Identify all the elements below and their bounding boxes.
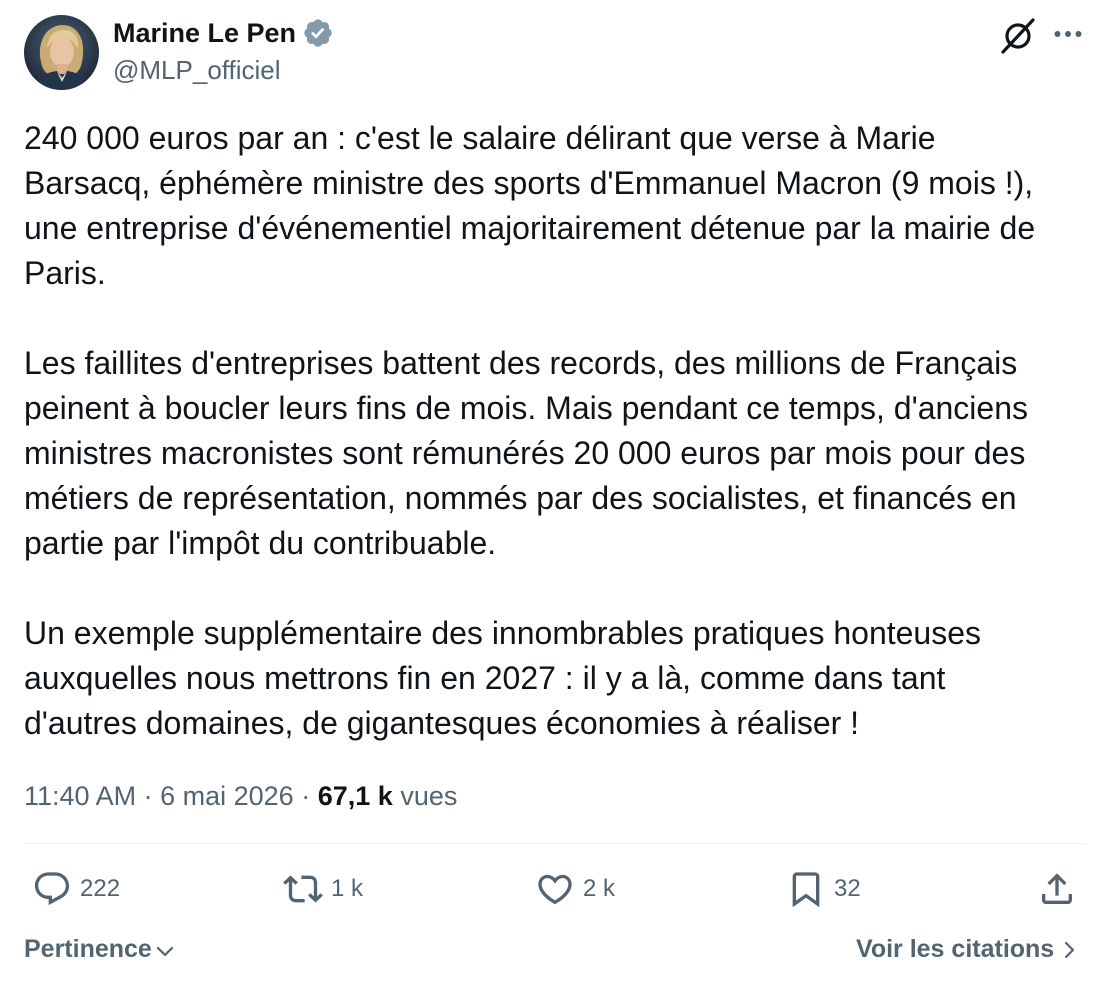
meta-separator: ·: [301, 781, 311, 811]
tweet-time: 11:40 AM: [24, 781, 137, 811]
timestamp-link[interactable]: 11:40 AM · 6 mai 2026: [24, 781, 294, 811]
tweet-line: d'autres domaines, de gigantesques écono…: [24, 705, 860, 741]
share-button[interactable]: [1037, 869, 1077, 909]
author-handle[interactable]: @MLP_officiel: [113, 53, 281, 87]
tweet-line: Un exemple supplémentaire des innombrabl…: [24, 615, 982, 651]
chevron-right-icon: [1065, 941, 1075, 959]
sort-label: Pertinence: [24, 934, 152, 963]
views-count: 67,1 k: [317, 781, 393, 811]
more-icon[interactable]: [1050, 16, 1086, 52]
tweet-paragraph: Les faillites d'entreprises battent des …: [24, 341, 1035, 566]
author-name-row: Marine Le Pen: [113, 15, 334, 51]
verified-badge-icon[interactable]: [302, 17, 334, 49]
tweet-text: 240 000 euros par an : c'est le salaire …: [24, 116, 1035, 791]
views-label: vues: [400, 781, 458, 811]
bookmark-icon: [792, 872, 820, 908]
share-icon: [1042, 873, 1072, 904]
like-count: 2 k: [583, 875, 616, 902]
reply-icon: [34, 872, 70, 906]
avatar[interactable]: [24, 15, 99, 90]
tweet-line: ministres macronistes sont rémunérés 20 …: [24, 435, 1026, 471]
repost-button[interactable]: 1 k: [283, 869, 363, 909]
sort-dropdown[interactable]: Pertinence: [24, 931, 175, 967]
tweet-date: 6 mai 2026: [160, 781, 294, 811]
tweet-line: auxquelles nous mettrons fin en 2027 : i…: [24, 660, 946, 696]
tweet-line: partie par l'impôt du contribuable.: [24, 525, 497, 561]
author-name[interactable]: Marine Le Pen: [113, 15, 296, 51]
tweet-line: Barsacq, éphémère ministre des sports d'…: [24, 165, 1034, 201]
reply-button[interactable]: 222: [32, 869, 120, 909]
meta-separator: ·: [143, 781, 153, 811]
repost-count: 1 k: [331, 875, 364, 902]
tweet-meta: 11:40 AM · 6 mai 2026 · 67,1 k vues: [24, 778, 457, 814]
bookmark-count: 32: [834, 875, 861, 902]
tweet-paragraph: 240 000 euros par an : c'est le salaire …: [24, 116, 1035, 296]
like-icon: [538, 874, 572, 905]
tweet-line: métiers de représentation, nommés par de…: [24, 480, 1017, 516]
repost-icon: [283, 875, 323, 903]
reply-count: 222: [80, 875, 121, 902]
tweet-paragraph: Un exemple supplémentaire des innombrabl…: [24, 611, 1035, 746]
view-quotes-label: Voir les citations: [856, 934, 1055, 963]
tweet-line: 240 000 euros par an : c'est le salaire …: [24, 120, 936, 156]
tweet-line: peinent à boucler leurs fins de mois. Ma…: [24, 390, 1028, 426]
tweet-line: une entreprise d'événementiel majoritair…: [24, 210, 1036, 246]
tweet-line: Les faillites d'entreprises battent des …: [24, 345, 1018, 381]
chevron-down-icon: [156, 946, 173, 957]
grok-icon[interactable]: [998, 15, 1038, 55]
bookmark-button[interactable]: 32: [786, 869, 861, 909]
like-button[interactable]: 2 k: [535, 869, 615, 909]
tweet-line: Paris.: [24, 255, 106, 291]
avatar-photo: [24, 15, 99, 90]
view-quotes-link[interactable]: Voir les citations: [856, 931, 1076, 967]
divider: [24, 843, 1087, 844]
